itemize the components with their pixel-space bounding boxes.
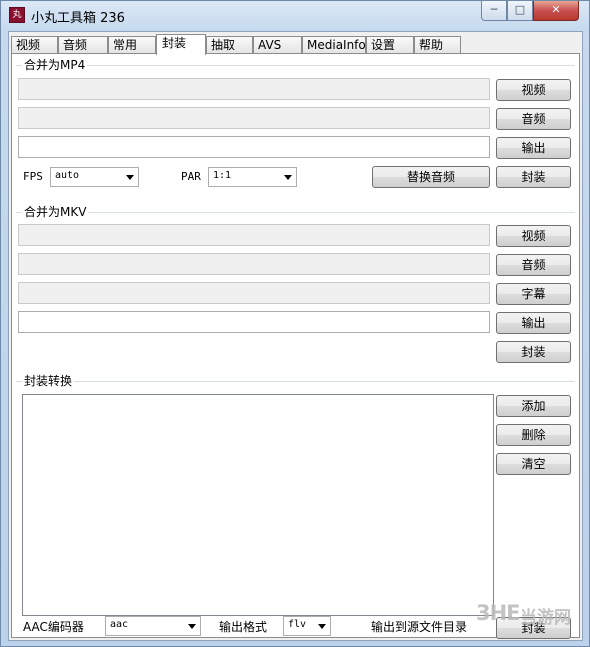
client-area: 视频 音频 常用 封装 抽取 AVS MediaInfo 设置 帮助 合并为MP…: [8, 31, 583, 641]
aac-dropdown-icon: [188, 624, 196, 629]
mp4-output-field[interactable]: [18, 136, 490, 158]
close-button[interactable]: ✕: [533, 1, 579, 21]
mkv-output-button[interactable]: 输出: [496, 312, 571, 334]
output-format-select[interactable]: flv: [283, 616, 331, 636]
tab-video[interactable]: 视频: [11, 36, 58, 54]
output-format-label: 输出格式: [219, 620, 268, 634]
mp4-video-button[interactable]: 视频: [496, 79, 571, 101]
tab-audio[interactable]: 音频: [58, 36, 108, 54]
site-watermark: 3HE 当游网: [476, 601, 576, 629]
watermark-text: 当游网: [520, 608, 571, 628]
mp4-audio-button[interactable]: 音频: [496, 108, 571, 130]
par-label: PAR: [181, 170, 201, 183]
mkv-mux-button[interactable]: 封装: [496, 341, 571, 363]
tab-mux[interactable]: 封装: [156, 34, 206, 55]
aac-encoder-label: AAC编码器: [23, 620, 84, 634]
clear-button[interactable]: 清空: [496, 453, 571, 475]
delete-button[interactable]: 删除: [496, 424, 571, 446]
mkv-video-button[interactable]: 视频: [496, 225, 571, 247]
mkv-output-field[interactable]: [18, 311, 490, 333]
fps-value: auto: [55, 170, 80, 181]
replace-audio-button[interactable]: 替换音频: [372, 166, 490, 188]
watermark-logo: 3HE: [476, 601, 521, 625]
tab-settings[interactable]: 设置: [366, 36, 414, 54]
fps-label: FPS: [23, 170, 43, 183]
mkv-subtitle-field[interactable]: [18, 282, 490, 304]
convert-group-title: 封装转换: [22, 374, 75, 388]
aac-encoder-value: aac: [110, 619, 129, 630]
mkv-audio-button[interactable]: 音频: [496, 254, 571, 276]
window-title: 小丸工具箱 236: [31, 11, 125, 26]
tab-avs[interactable]: AVS: [253, 36, 302, 54]
tab-extract[interactable]: 抽取: [206, 36, 253, 54]
mkv-video-field[interactable]: [18, 224, 490, 246]
fps-select[interactable]: auto: [50, 167, 139, 187]
mux-tab-panel: 合并为MP4 视频 音频 输出 FPS auto PAR 1:1 替换音频 封装…: [11, 53, 580, 639]
app-window: 丸 小丸工具箱 236 ─ □ ✕ 视频 音频 常用 封装 抽取 AVS Med…: [0, 0, 590, 647]
mp4-output-button[interactable]: 输出: [496, 137, 571, 159]
tab-mediainfo[interactable]: MediaInfo: [302, 36, 366, 54]
app-icon: 丸: [9, 7, 25, 23]
tab-help[interactable]: 帮助: [414, 36, 461, 54]
par-value: 1:1: [213, 170, 232, 181]
maximize-button[interactable]: □: [507, 1, 533, 21]
output-format-value: flv: [288, 619, 307, 630]
par-select[interactable]: 1:1: [208, 167, 297, 187]
mkv-group-title: 合并为MKV: [22, 205, 89, 219]
mp4-mux-button[interactable]: 封装: [496, 166, 571, 188]
mp4-group-title: 合并为MP4: [22, 58, 88, 72]
format-dropdown-icon: [318, 624, 326, 629]
mkv-audio-field[interactable]: [18, 253, 490, 275]
mkv-subtitle-button[interactable]: 字幕: [496, 283, 571, 305]
output-to-source-label[interactable]: 输出到源文件目录: [371, 620, 467, 634]
par-dropdown-icon: [284, 175, 292, 180]
convert-file-list[interactable]: [22, 394, 494, 616]
tab-common[interactable]: 常用: [108, 36, 156, 54]
title-bar[interactable]: 丸 小丸工具箱 236 ─ □ ✕: [1, 1, 589, 31]
mp4-video-field[interactable]: [18, 78, 490, 100]
minimize-button[interactable]: ─: [481, 1, 507, 21]
aac-encoder-select[interactable]: aac: [105, 616, 201, 636]
fps-dropdown-icon: [126, 175, 134, 180]
mp4-audio-field[interactable]: [18, 107, 490, 129]
add-button[interactable]: 添加: [496, 395, 571, 417]
tab-strip: 视频 音频 常用 封装 抽取 AVS MediaInfo 设置 帮助: [11, 34, 581, 55]
